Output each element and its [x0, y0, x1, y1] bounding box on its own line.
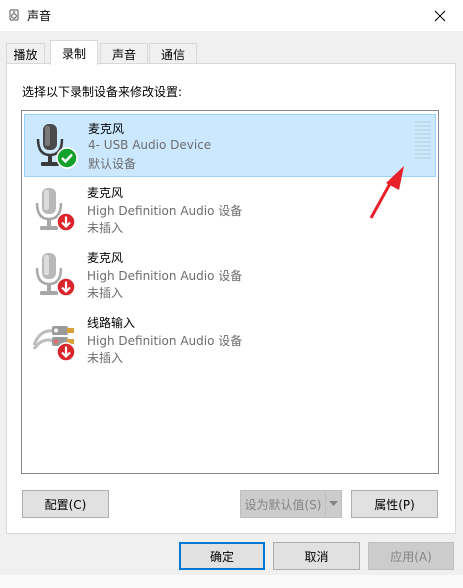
speaker-icon — [9, 9, 19, 21]
tab-sounds[interactable]: 声音 — [100, 43, 148, 64]
chevron-down-icon — [329, 501, 338, 506]
device-description: High Definition Audio 设备 — [87, 204, 243, 218]
device-row-microphone-3[interactable]: 麦克风 High Definition Audio 设备 未插入 — [24, 244, 436, 307]
device-description: High Definition Audio 设备 — [87, 269, 243, 283]
recording-panel: 选择以下录制设备来修改设置: 麦克风 4- USB Audio Device 默… — [6, 63, 456, 534]
apply-button[interactable]: 应用(A) — [368, 542, 454, 570]
device-name: 麦克风 — [87, 186, 124, 200]
device-name: 麦克风 — [88, 122, 125, 136]
tab-recording[interactable]: 录制 — [50, 40, 98, 65]
unplugged-arrow-icon — [56, 277, 76, 297]
device-row-microphone-2[interactable]: 麦克风 High Definition Audio 设备 未插入 — [24, 179, 436, 242]
tab-communications[interactable]: 通信 — [149, 43, 197, 64]
device-status: 默认设备 — [88, 157, 137, 171]
device-row-line-in[interactable]: 线路输入 High Definition Audio 设备 未插入 — [24, 309, 436, 372]
set-default-dropdown[interactable] — [325, 490, 342, 518]
close-button[interactable] — [417, 0, 463, 31]
level-meter — [415, 121, 431, 161]
title-bar: 声音 — [0, 0, 463, 31]
device-status: 未插入 — [87, 351, 124, 365]
default-check-icon — [56, 147, 78, 169]
device-name: 麦克风 — [87, 251, 124, 265]
ok-button[interactable]: 确定 — [179, 542, 265, 570]
configure-button[interactable]: 配置(C) — [22, 490, 109, 518]
unplugged-arrow-icon — [56, 212, 76, 232]
background-strip — [0, 575, 463, 588]
unplugged-arrow-icon — [56, 342, 76, 362]
device-status: 未插入 — [87, 221, 124, 235]
properties-button[interactable]: 属性(P) — [351, 490, 438, 518]
device-status: 未插入 — [87, 286, 124, 300]
device-row-usb-microphone[interactable]: 麦克风 4- USB Audio Device 默认设备 — [24, 114, 436, 177]
device-list[interactable]: 麦克风 4- USB Audio Device 默认设备 麦克风 High De… — [21, 110, 439, 474]
device-description: 4- USB Audio Device — [88, 138, 212, 152]
set-default-button[interactable]: 设为默认值(S) — [240, 490, 326, 518]
tab-playback[interactable]: 播放 — [6, 43, 45, 64]
window-title: 声音 — [27, 9, 52, 23]
device-description: High Definition Audio 设备 — [87, 334, 243, 348]
cancel-button[interactable]: 取消 — [273, 542, 360, 570]
instruction-text: 选择以下录制设备来修改设置: — [22, 85, 183, 99]
close-icon — [434, 10, 446, 21]
device-name: 线路输入 — [87, 316, 136, 330]
